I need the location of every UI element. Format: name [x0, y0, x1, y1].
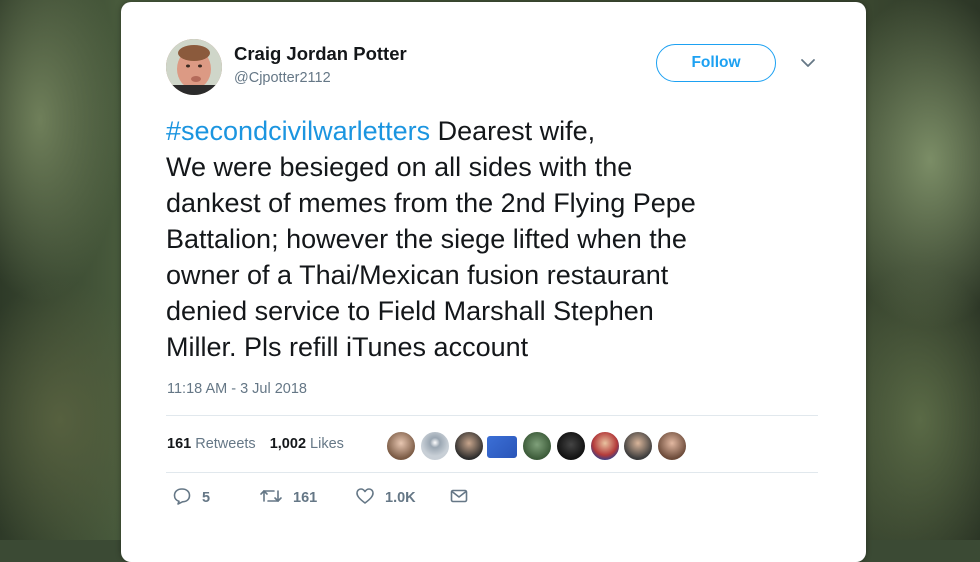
like-button[interactable]: 1.0K — [355, 486, 416, 510]
liker-avatar[interactable] — [522, 431, 552, 461]
timestamp[interactable]: 11:18 AM - 3 Jul 2018 — [167, 381, 307, 397]
retweet-icon — [259, 486, 293, 510]
tweet-line: Dearest wife, — [430, 116, 596, 146]
likes-stat[interactable]: 1,002 Likes — [270, 436, 344, 452]
liker-avatar[interactable] — [486, 435, 518, 459]
follow-button[interactable]: Follow — [656, 44, 776, 82]
tweet-actions: 5 161 1.0K — [166, 486, 566, 510]
engagement-stats: 161 Retweets 1,002 Likes — [167, 436, 354, 452]
author-name[interactable]: Craig Jordan Potter — [234, 43, 407, 65]
tweet-card: Craig Jordan Potter @Cjpotter2112 Follow… — [121, 2, 866, 562]
direct-message-button[interactable] — [449, 486, 479, 510]
heart-icon — [355, 486, 385, 510]
liker-avatar[interactable] — [657, 431, 687, 461]
tweet-line: owner of a Thai/Mexican fusion restauran… — [166, 260, 669, 290]
liker-avatar[interactable] — [590, 431, 620, 461]
liker-avatar[interactable] — [386, 431, 416, 461]
retweets-stat[interactable]: 161 Retweets — [167, 436, 256, 452]
reply-count: 5 — [202, 490, 211, 506]
retweet-button[interactable]: 161 — [259, 486, 317, 510]
like-count: 1.0K — [385, 490, 416, 506]
likes-count: 1,002 — [269, 436, 307, 452]
liker-avatar[interactable] — [454, 431, 484, 461]
reply-icon — [172, 486, 202, 510]
tweet-text: #secondcivilwarletters Dearest wife, We … — [166, 113, 826, 365]
tweet-line: Miller. Pls refill iTunes account — [166, 332, 529, 362]
envelope-icon — [449, 486, 479, 510]
liker-avatar[interactable] — [623, 431, 653, 461]
reply-button[interactable]: 5 — [172, 486, 210, 510]
liker-avatar[interactable] — [556, 431, 586, 461]
avatar[interactable] — [166, 39, 222, 95]
chevron-down-icon[interactable] — [799, 54, 817, 72]
liker-avatar[interactable] — [420, 431, 450, 461]
tweet-line: dankest of memes from the 2nd Flying Pep… — [166, 188, 696, 218]
likes-label: Likes — [310, 436, 344, 452]
tweet-line: denied service to Field Marshall Stephen — [166, 296, 654, 326]
retweet-count: 161 — [293, 490, 318, 506]
author-handle[interactable]: @Cjpotter2112 — [234, 70, 331, 86]
retweets-label: Retweets — [195, 436, 256, 452]
hashtag-link[interactable]: #secondcivilwarletters — [166, 116, 430, 146]
tweet-line: Battalion; however the siege lifted when… — [166, 224, 687, 254]
retweets-count: 161 — [167, 436, 192, 452]
divider — [166, 472, 818, 473]
divider — [166, 415, 818, 416]
tweet-line: We were besieged on all sides with the — [166, 152, 633, 182]
